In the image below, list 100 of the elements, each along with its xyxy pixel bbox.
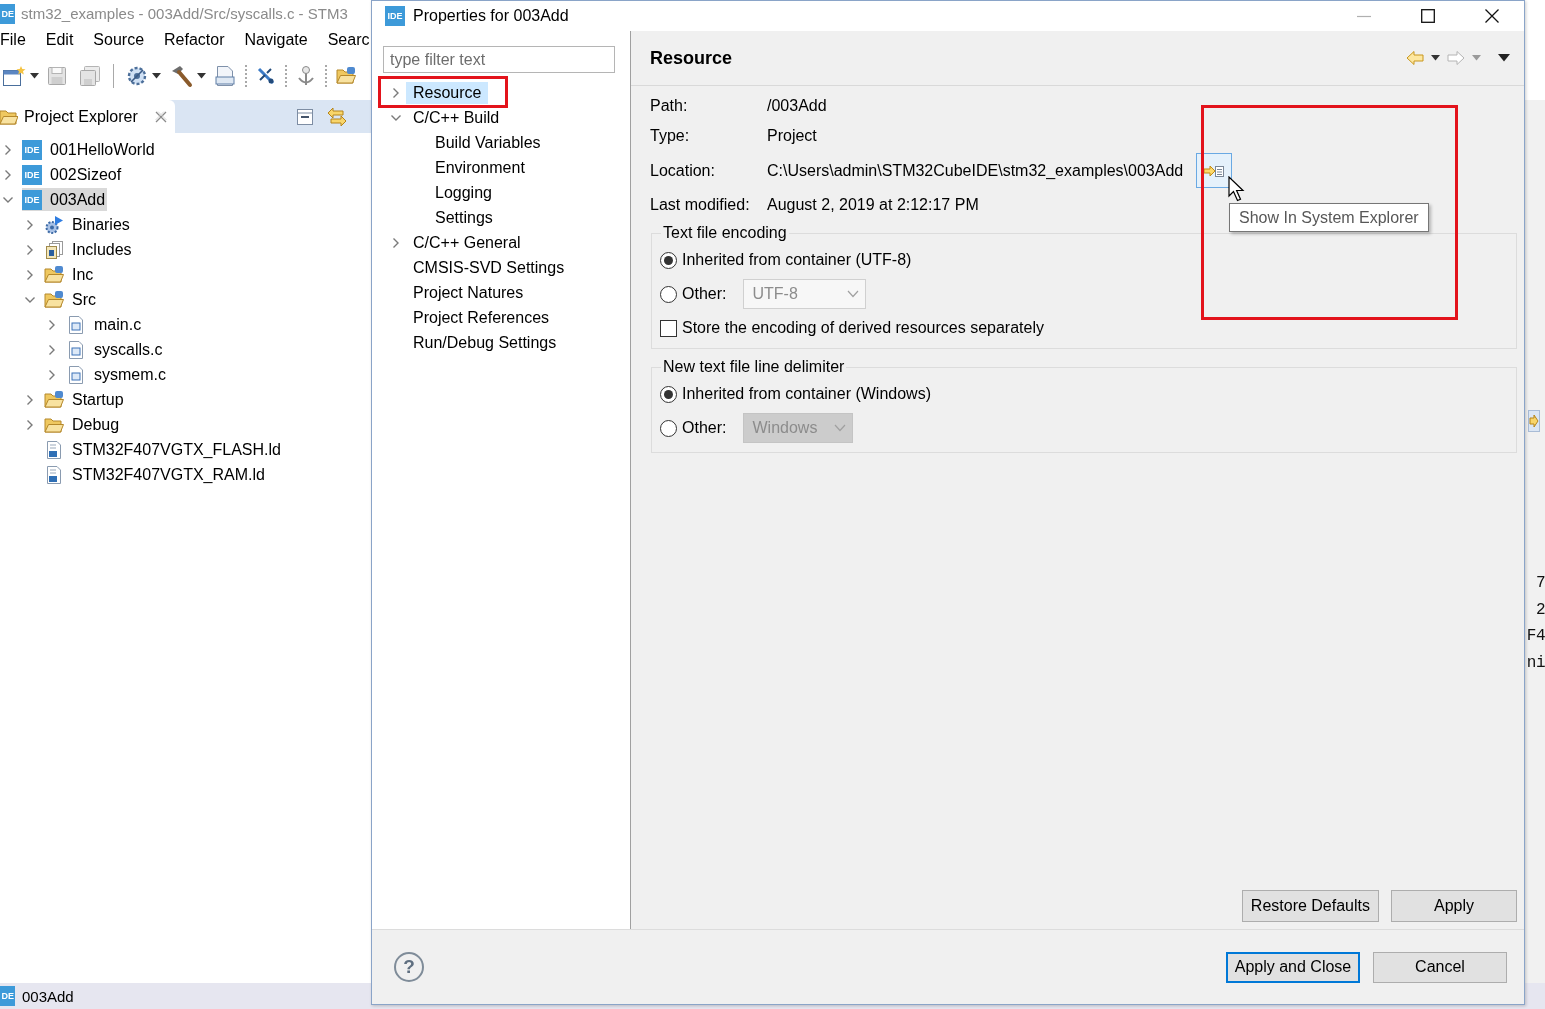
- menu-item[interactable]: Edit: [45, 30, 74, 49]
- field-label: Path:: [650, 97, 689, 115]
- view-menu-icon[interactable]: [1498, 54, 1510, 62]
- tree-item[interactable]: Src: [44, 288, 98, 311]
- tree-item[interactable]: Inc: [44, 263, 96, 286]
- tree-item[interactable]: CMSIS-SVD Settings: [406, 256, 572, 279]
- radio-button[interactable]: [660, 285, 677, 303]
- tree-item[interactable]: Project References: [406, 306, 557, 329]
- checkbox-label[interactable]: Store the encoding of derived resources separately: [682, 319, 1044, 337]
- ide-logo: IDE: [22, 164, 42, 185]
- code-line: ni: [1526, 652, 1545, 674]
- document-icon: [44, 464, 64, 485]
- link-arrows-icon[interactable]: [326, 105, 348, 128]
- tree-item[interactable]: STM32F407VGTX_FLASH.ld: [44, 438, 283, 461]
- tree-item[interactable]: Logging: [428, 181, 499, 204]
- code-line: 2: [1535, 599, 1545, 621]
- menu-item[interactable]: Navigate: [244, 30, 308, 49]
- radio-label[interactable]: Other:: [682, 285, 727, 303]
- tree-item[interactable]: Resource: [406, 81, 489, 104]
- folder-icon: [44, 264, 64, 285]
- tree-item[interactable]: C/C++ Build: [406, 106, 507, 129]
- tree-item[interactable]: Settings: [428, 206, 500, 229]
- field-label: Location:: [650, 161, 716, 180]
- file-icon: [66, 314, 86, 335]
- tree-item[interactable]: IDE 003Add: [22, 188, 108, 211]
- chevron-down-icon: [847, 290, 860, 298]
- radio-label[interactable]: Inherited from container (UTF-8): [682, 251, 912, 269]
- tree-item[interactable]: Run/Debug Settings: [406, 331, 564, 354]
- tree-item[interactable]: Debug: [44, 413, 122, 436]
- tree-item[interactable]: Startup: [44, 388, 126, 411]
- menu-item[interactable]: Source: [93, 30, 145, 49]
- tree-item[interactable]: IDE 002Sizeof: [22, 163, 124, 186]
- code-line: F4: [1526, 626, 1545, 647]
- file-icon: [66, 364, 86, 385]
- caret-icon[interactable]: [152, 73, 161, 79]
- radio-button[interactable]: [660, 385, 677, 403]
- group-title: New text file line delimiter: [662, 357, 846, 377]
- tree-item[interactable]: syscalls.c: [66, 338, 165, 361]
- radio-button[interactable]: [660, 419, 677, 437]
- field-label: Type:: [650, 127, 691, 145]
- window-title: stm32_examples - 003Add/Src/syscalls.c - STM3: [21, 5, 348, 22]
- tooltip: Show In System Explorer: [1229, 203, 1429, 232]
- field-value: C:\Users\admin\STM32CubeIDE\stm32_examples\003Add: [767, 161, 1184, 180]
- tree-item[interactable]: C/C++ General: [406, 231, 528, 254]
- tree-item[interactable]: Build Variables: [428, 131, 548, 154]
- tree-item[interactable]: Project Natures: [406, 281, 531, 304]
- dialog-title: Properties for 003Add: [413, 7, 569, 25]
- tree-item[interactable]: Binaries: [44, 213, 132, 236]
- field-value: /003Add: [767, 97, 827, 115]
- tree-item[interactable]: IDE 001HelloWorld: [22, 138, 157, 161]
- ide-logo: DE: [0, 986, 15, 1006]
- status-text: 003Add: [22, 987, 74, 1005]
- action-button[interactable]: Apply: [1391, 890, 1517, 922]
- filter-field[interactable]: type filter text: [383, 46, 615, 73]
- close-icon[interactable]: [1485, 9, 1499, 23]
- document-icon: [44, 439, 64, 460]
- explorer-button[interactable]: [1196, 153, 1233, 188]
- radio-label[interactable]: Inherited from container (Windows): [682, 385, 931, 403]
- ide-logo: IDE: [385, 6, 405, 26]
- gear-icon[interactable]: [126, 65, 148, 87]
- chevron-down-icon: [834, 424, 847, 432]
- caret-icon[interactable]: [197, 73, 206, 79]
- folder-icon[interactable]: [336, 66, 356, 86]
- new-window-icon[interactable]: [2, 65, 26, 87]
- folder-icon: [0, 107, 18, 126]
- field-value: August 2, 2019 at 2:12:17 PM: [767, 196, 979, 214]
- tree-item[interactable]: Includes: [44, 238, 134, 261]
- field-value: Project: [767, 127, 817, 145]
- caret-icon[interactable]: [30, 73, 39, 79]
- menu-item[interactable]: Searc: [327, 30, 370, 49]
- action-button[interactable]: Cancel: [1373, 951, 1507, 983]
- tree-item[interactable]: sysmem.c: [66, 363, 168, 386]
- tools-icon[interactable]: [256, 66, 276, 86]
- menu-item[interactable]: Refactor: [164, 30, 225, 49]
- tree-item[interactable]: Environment: [428, 156, 532, 179]
- cursor-icon: [1228, 176, 1245, 202]
- code-line: 7: [1535, 573, 1545, 594]
- save-icon[interactable]: [47, 66, 67, 86]
- radio-label[interactable]: Other:: [682, 419, 727, 437]
- ide-logo: DE: [0, 3, 15, 24]
- folder-icon: [44, 389, 64, 410]
- group-title: Text file encoding: [662, 223, 788, 243]
- action-button[interactable]: Apply and Close: [1226, 951, 1360, 983]
- help-button[interactable]: ?: [394, 952, 424, 982]
- action-button[interactable]: Restore Defaults: [1241, 890, 1379, 922]
- caret-icon[interactable]: [1431, 55, 1440, 61]
- maximize-icon[interactable]: [1421, 9, 1435, 23]
- collapse-all-icon[interactable]: [296, 107, 314, 126]
- checkbox[interactable]: [660, 319, 677, 337]
- tree-item[interactable]: STM32F407VGTX_RAM.ld: [44, 463, 267, 486]
- radio-button[interactable]: [660, 251, 677, 269]
- anchor-icon[interactable]: [296, 65, 316, 87]
- menu-item[interactable]: File: [0, 30, 26, 49]
- tree-item[interactable]: main.c: [66, 313, 144, 336]
- field-label: Last modified:: [650, 196, 751, 214]
- page-title: Resource: [650, 47, 733, 69]
- save-all-icon[interactable]: [79, 65, 101, 87]
- view-tab[interactable]: Project Explorer: [0, 100, 175, 133]
- file-icon[interactable]: [214, 65, 236, 87]
- file-icon: [66, 339, 86, 360]
